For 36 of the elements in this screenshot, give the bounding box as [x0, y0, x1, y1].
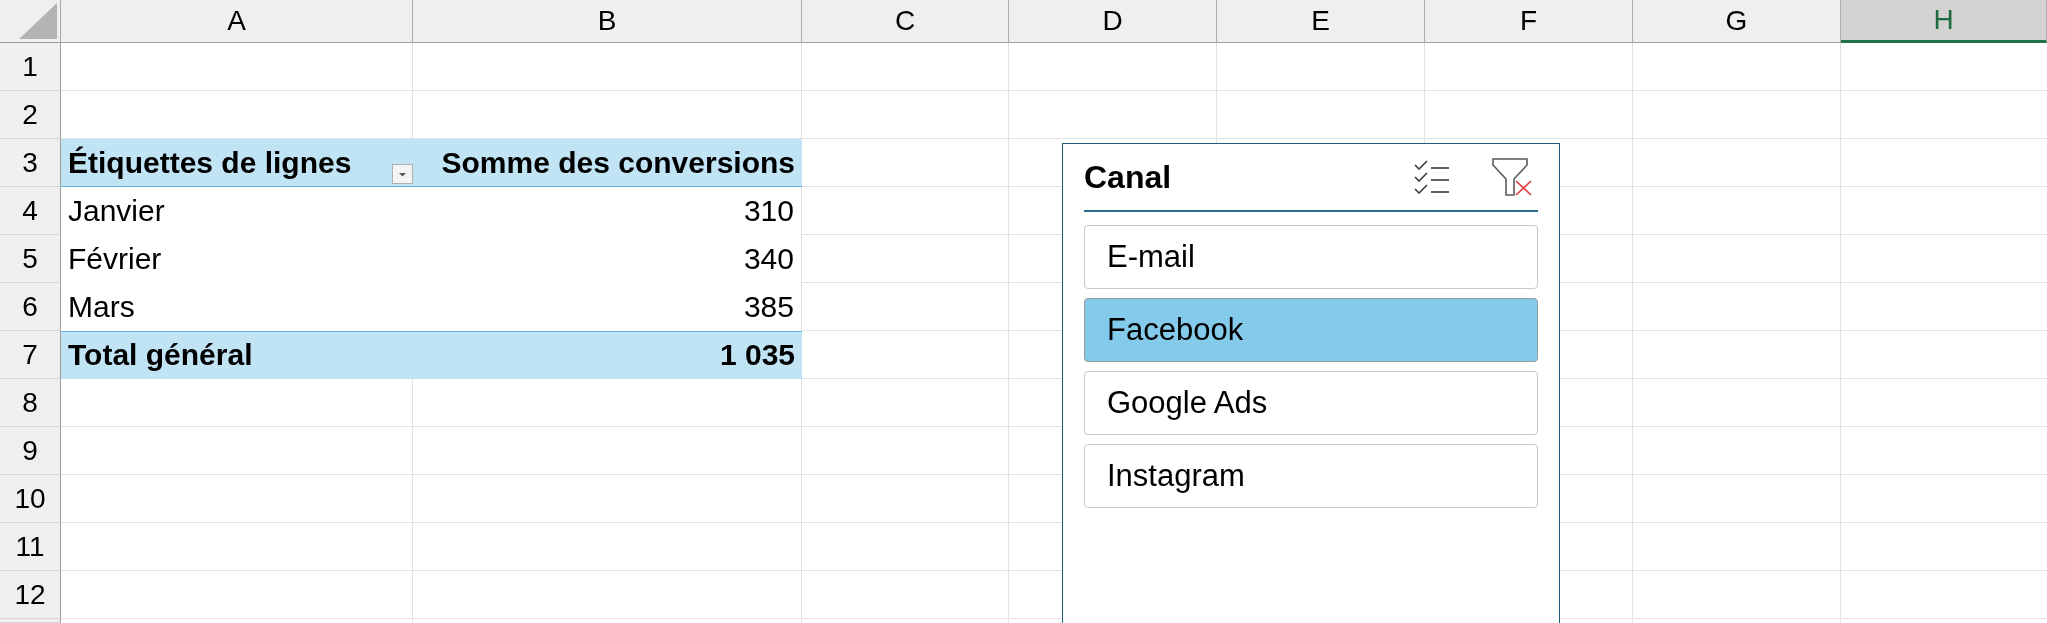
header-label: Étiquettes de lignes	[68, 145, 352, 180]
slicer-item[interactable]: E-mail	[1084, 225, 1538, 289]
slicer-title: Canal	[1084, 158, 1172, 196]
column-header[interactable]: B	[413, 0, 802, 43]
table-cell: Février	[61, 235, 413, 283]
column-header[interactable]: E	[1217, 0, 1425, 43]
header-label: Somme des conversions	[441, 145, 795, 180]
slicer-item[interactable]: Instagram	[1084, 444, 1538, 508]
clear-filter-icon[interactable]	[1492, 158, 1532, 196]
column-header[interactable]: G	[1633, 0, 1841, 43]
row-header[interactable]: 6	[0, 283, 61, 331]
row-header[interactable]: 8	[0, 379, 61, 427]
slicer-item[interactable]: Facebook	[1084, 298, 1538, 362]
row-header[interactable]: 12	[0, 571, 61, 619]
row-header[interactable]: 7	[0, 331, 61, 379]
column-header[interactable]: C	[802, 0, 1009, 43]
table-cell: Janvier	[61, 187, 413, 235]
slicer-item[interactable]: Google Ads	[1084, 371, 1538, 435]
row-header[interactable]: 9	[0, 427, 61, 475]
column-header[interactable]: A	[61, 0, 413, 43]
total-cell: 1 035	[413, 331, 802, 379]
multi-select-icon[interactable]	[1414, 160, 1450, 194]
row-header[interactable]: 1	[0, 43, 61, 91]
row-header[interactable]: 3	[0, 139, 61, 187]
column-header[interactable]: D	[1009, 0, 1217, 43]
row-header[interactable]: 11	[0, 523, 61, 571]
row-header[interactable]: 2	[0, 91, 61, 139]
table-cell: Mars	[61, 283, 413, 331]
row-header[interactable]: 5	[0, 235, 61, 283]
select-all-button[interactable]	[0, 0, 61, 43]
row-header[interactable]: 10	[0, 475, 61, 523]
column-header[interactable]: H	[1841, 0, 2047, 43]
dropdown-icon[interactable]	[392, 164, 413, 184]
total-cell: Total général	[61, 331, 413, 379]
column-header[interactable]: F	[1425, 0, 1633, 43]
row-header[interactable]: 4	[0, 187, 61, 235]
